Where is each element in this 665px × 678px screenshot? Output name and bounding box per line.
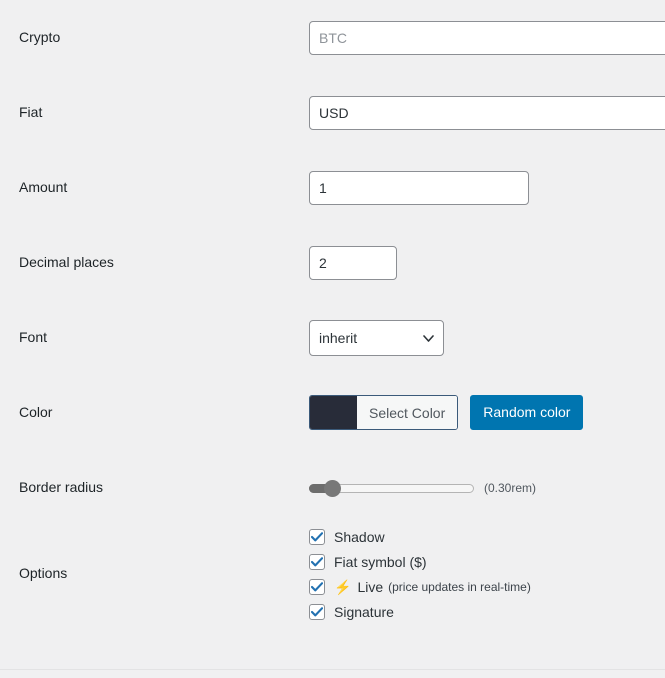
border-radius-value: (0.30rem) xyxy=(484,480,537,495)
form-row-crypto: Crypto xyxy=(0,0,665,75)
options-list: Shadow Fiat symbol ($) ⚡ Live (price upd… xyxy=(309,525,665,623)
option-label: Fiat symbol ($) xyxy=(334,553,427,570)
option-label: Shadow xyxy=(334,528,385,545)
checkbox-checked-icon[interactable] xyxy=(309,553,325,570)
font-select[interactable]: inherit xyxy=(309,319,444,356)
amount-label-cell: Amount xyxy=(0,150,309,225)
form-row-amount: Amount xyxy=(0,150,665,225)
form-row-font: Font inherit xyxy=(0,300,665,375)
decimal-places-control-cell xyxy=(309,225,665,300)
checkbox-checked-icon[interactable] xyxy=(309,528,325,545)
check-icon xyxy=(311,606,323,616)
options-label: Options xyxy=(19,565,68,582)
border-radius-label: Border radius xyxy=(19,478,104,495)
form-row-options: Options Shadow Fiat symbol ($) ⚡ Live (p… xyxy=(0,525,665,623)
border-radius-slider[interactable] xyxy=(309,478,474,498)
form-row-border-radius: Border radius (0.30rem) xyxy=(0,450,665,525)
lightning-bolt-icon: ⚡ xyxy=(334,578,352,595)
check-icon xyxy=(311,581,323,591)
form-row-decimal-places: Decimal places xyxy=(0,225,665,300)
crypto-label: Crypto xyxy=(19,28,61,45)
random-color-button[interactable]: Random color xyxy=(470,395,584,430)
select-color-button[interactable]: Select Color xyxy=(309,395,459,430)
options-label-cell: Options xyxy=(0,525,309,623)
option-label: Signature xyxy=(334,603,394,620)
options-control-cell: Shadow Fiat symbol ($) ⚡ Live (price upd… xyxy=(309,525,665,623)
font-label: Font xyxy=(19,328,48,345)
check-icon xyxy=(311,556,323,566)
checkbox-checked-icon[interactable] xyxy=(309,578,325,595)
option-fiat-symbol[interactable]: Fiat symbol ($) xyxy=(309,550,665,573)
color-control-cell: Select Color Random color xyxy=(309,375,665,450)
checkbox-checked-icon[interactable] xyxy=(309,603,325,620)
decimal-places-label-cell: Decimal places xyxy=(0,225,309,300)
crypto-input[interactable] xyxy=(309,20,665,55)
amount-input[interactable] xyxy=(309,170,529,205)
select-color-label: Select Color xyxy=(357,396,458,429)
color-controls: Select Color Random color xyxy=(309,395,665,430)
crypto-control-cell xyxy=(309,0,665,75)
amount-label: Amount xyxy=(19,178,68,195)
form-row-fiat: Fiat xyxy=(0,75,665,150)
option-note: (price updates in real-time) xyxy=(388,579,531,594)
fiat-control-cell xyxy=(309,75,665,150)
border-radius-label-cell: Border radius xyxy=(0,450,309,525)
bottom-divider xyxy=(0,669,665,670)
color-swatch[interactable] xyxy=(310,396,357,429)
decimal-places-label: Decimal places xyxy=(19,253,114,270)
option-signature[interactable]: Signature xyxy=(309,600,665,623)
option-shadow[interactable]: Shadow xyxy=(309,525,665,548)
check-icon xyxy=(311,531,323,541)
option-label: Live xyxy=(357,578,384,595)
settings-form-table: Crypto Fiat Amount xyxy=(0,0,665,623)
color-label-cell: Color xyxy=(0,375,309,450)
decimal-places-input[interactable] xyxy=(309,245,397,280)
font-control-cell: inherit xyxy=(309,300,665,375)
font-select-wrapper[interactable]: inherit xyxy=(309,319,444,356)
crypto-label-cell: Crypto xyxy=(0,0,309,75)
font-label-cell: Font xyxy=(0,300,309,375)
fiat-input[interactable] xyxy=(309,95,665,130)
amount-control-cell xyxy=(309,150,665,225)
color-label: Color xyxy=(19,403,53,420)
fiat-label-cell: Fiat xyxy=(0,75,309,150)
option-live[interactable]: ⚡ Live (price updates in real-time) xyxy=(309,575,665,598)
fiat-label: Fiat xyxy=(19,103,43,120)
border-radius-slider-row: (0.30rem) xyxy=(309,478,665,498)
form-row-color: Color Select Color Random color xyxy=(0,375,665,450)
border-radius-control-cell: (0.30rem) xyxy=(309,450,665,525)
slider-thumb[interactable] xyxy=(324,479,341,497)
